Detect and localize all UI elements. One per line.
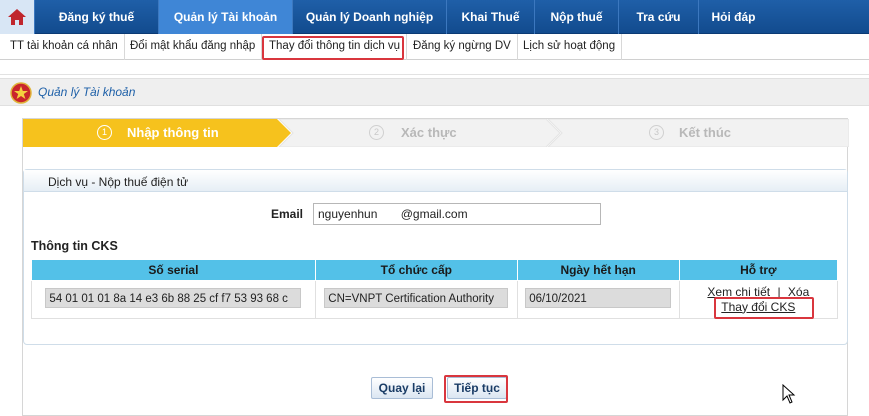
nav-quan-ly-doanh-nghiep[interactable]: Quản lý Doanh nghiệp [292, 0, 446, 34]
cks-table: Số serial Tổ chức cấp Ngày hết hạn Hỗ tr… [31, 259, 839, 319]
step-2-number: 2 [369, 125, 384, 140]
subnav-dang-ky-ngung-dv[interactable]: Đăng ký ngừng DV [407, 34, 518, 60]
emblem-icon [10, 82, 32, 104]
spacer-strip [0, 61, 869, 75]
header-serial: Số serial [31, 259, 316, 281]
cursor-icon [782, 384, 796, 404]
step-1-label: Nhập thông tin [127, 125, 219, 140]
cks-title: Thông tin CKS [31, 239, 118, 253]
change-cks-link[interactable]: Thay đổi CKS [721, 300, 795, 314]
serial-field: 54 01 01 01 8a 14 e3 6b 88 25 cf f7 53 9… [45, 288, 302, 308]
email-label: Email [271, 207, 304, 221]
nav-dang-ky-thue[interactable]: Đăng ký thuế [34, 0, 158, 34]
delete-link[interactable]: Xóa [788, 285, 809, 299]
issuer-field: CN=VNPT Certification Authority [324, 288, 509, 308]
subnav-doi-mat-khau[interactable]: Đổi mật khẩu đăng nhập [124, 34, 263, 60]
home-button[interactable] [0, 0, 34, 34]
view-detail-link[interactable]: Xem chi tiết [707, 285, 770, 299]
expiry-field: 06/10/2021 [525, 288, 672, 308]
table-row: 54 01 01 01 8a 14 e3 6b 88 25 cf f7 53 9… [31, 280, 839, 319]
service-title: Dịch vụ - Nộp thuế điện tử [48, 175, 189, 189]
cell-support: Xem chi tiết | Xóa Thay đổi CKS [678, 280, 839, 319]
step-3-label: Kết thúc [679, 125, 731, 140]
wizard-steps: 1 Nhập thông tin 2 Xác thực 3 Kết thúc [23, 119, 849, 147]
subnav-lich-su-hoat-dong[interactable]: Lịch sử hoạt động [517, 34, 623, 60]
step-3-number: 3 [649, 125, 664, 140]
cell-expiry: 06/10/2021 [516, 280, 680, 319]
section-header: Quản lý Tài khoản [0, 78, 869, 106]
step-1-number: 1 [97, 125, 112, 140]
nav-nop-thue[interactable]: Nộp thuế [534, 0, 618, 34]
section-title: Quản lý Tài khoản [38, 85, 136, 99]
service-header: Dịch vụ - Nộp thuế điện tử [24, 170, 847, 192]
header-issuer: Tổ chức cấp [314, 259, 518, 281]
subnav-thay-doi-thong-tin-dich-vu[interactable]: Thay đổi thông tin dịch vụ [263, 34, 408, 60]
home-icon [8, 9, 26, 25]
nav-tra-cuu[interactable]: Tra cứu [618, 0, 698, 34]
top-navigation: Đăng ký thuế Quản lý Tài khoản Quản lý D… [0, 0, 869, 34]
header-support: Hỗ trợ [678, 259, 839, 281]
step-2-label: Xác thực [401, 125, 457, 140]
nav-quan-ly-tai-khoan[interactable]: Quản lý Tài khoản [158, 0, 292, 34]
cell-issuer: CN=VNPT Certification Authority [314, 280, 518, 319]
sub-navigation: TT tài khoản cá nhân Đổi mật khẩu đăng n… [0, 34, 869, 60]
email-field[interactable] [313, 203, 601, 225]
cell-serial: 54 01 01 01 8a 14 e3 6b 88 25 cf f7 53 9… [31, 280, 316, 319]
continue-button[interactable]: Tiếp tục [447, 377, 507, 399]
nav-khai-thue[interactable]: Khai Thuế [446, 0, 534, 34]
subnav-tt-tai-khoan[interactable]: TT tài khoản cá nhân [4, 34, 125, 60]
header-expiry: Ngày hết hạn [516, 259, 680, 281]
nav-hoi-dap[interactable]: Hỏi đáp [698, 0, 768, 34]
link-separator: | [777, 284, 781, 299]
back-button[interactable]: Quay lại [371, 377, 433, 399]
main-panel: 1 Nhập thông tin 2 Xác thực 3 Kết thúc D… [22, 118, 849, 416]
table-header-row: Số serial Tổ chức cấp Ngày hết hạn Hỗ tr… [31, 259, 839, 281]
